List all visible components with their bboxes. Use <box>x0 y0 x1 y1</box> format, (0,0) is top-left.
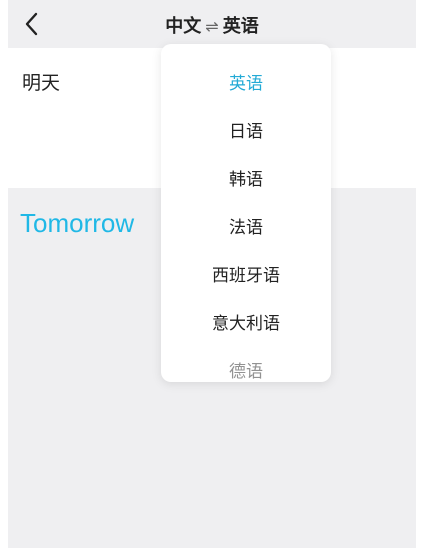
language-option-french[interactable]: 法语 <box>161 204 331 252</box>
language-selector[interactable]: 中文 ⇌ 英语 <box>8 12 416 38</box>
swap-arrows-icon[interactable]: ⇌ <box>205 17 218 36</box>
top-bar: 中文 ⇌ 英语 <box>8 0 416 48</box>
language-option-english[interactable]: 英语 <box>161 60 331 108</box>
target-language-label: 英语 <box>222 16 259 37</box>
language-option-spanish[interactable]: 西班牙语 <box>161 252 331 300</box>
language-options-list: 英语 日语 韩语 法语 西班牙语 意大利语 德语 <box>161 44 331 382</box>
language-option-german[interactable]: 德语 <box>161 348 331 382</box>
translation-result-text: Tomorrow <box>20 208 135 238</box>
source-text: 明天 <box>22 72 61 94</box>
target-language-dropdown[interactable]: 英语 日语 韩语 法语 西班牙语 意大利语 德语 <box>161 44 331 382</box>
language-option-japanese[interactable]: 日语 <box>161 108 331 156</box>
language-option-italian[interactable]: 意大利语 <box>161 300 331 348</box>
source-language-label: 中文 <box>165 16 202 37</box>
language-option-korean[interactable]: 韩语 <box>161 156 331 204</box>
